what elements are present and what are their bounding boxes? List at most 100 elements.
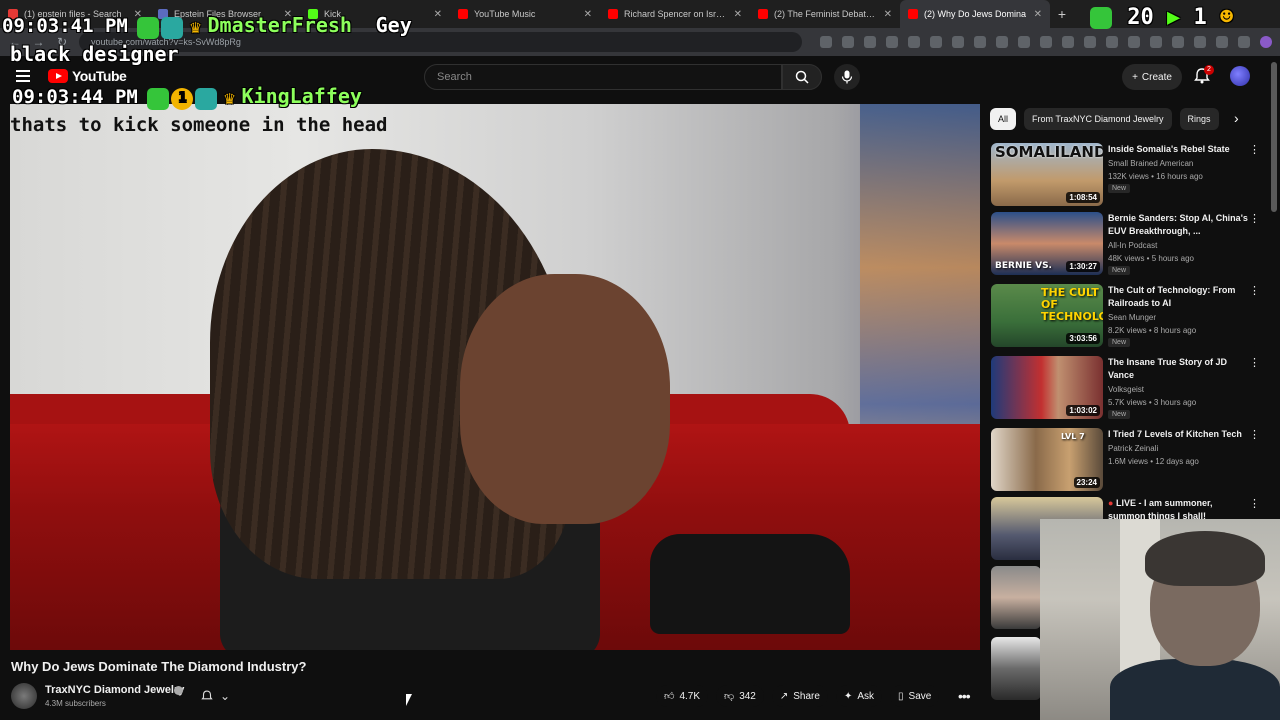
chip-all[interactable]: All bbox=[990, 108, 1017, 130]
extension-icon[interactable] bbox=[1018, 36, 1031, 48]
extension-icon[interactable] bbox=[1172, 36, 1185, 48]
recommendation-item[interactable]: LVL 7 23:24 I Tried 7 Levels of Kitchen … bbox=[991, 428, 1263, 494]
video-player[interactable] bbox=[10, 104, 980, 650]
extension-icons bbox=[820, 36, 1273, 48]
close-icon[interactable]: ✕ bbox=[734, 9, 742, 20]
chat-message-text: thats to kick someone in the head bbox=[10, 114, 388, 136]
video-thumbnail[interactable] bbox=[991, 566, 1041, 629]
new-badge: New bbox=[1108, 410, 1131, 419]
extension-icon[interactable] bbox=[886, 36, 899, 48]
thumbnail-text: THE CULT OF TECHNOLOGY bbox=[1041, 286, 1103, 323]
chip-rings[interactable]: Rings bbox=[1179, 108, 1219, 130]
extension-icon[interactable] bbox=[996, 36, 1009, 48]
extension-icon[interactable] bbox=[1106, 36, 1119, 48]
video-thumbnail[interactable]: 1:03:02 bbox=[991, 356, 1103, 419]
extension-icon[interactable] bbox=[1238, 36, 1251, 48]
ask-button[interactable]: ✦ Ask bbox=[835, 685, 883, 707]
recommendation-title[interactable]: The Insane True Story of JD Vance bbox=[1108, 356, 1248, 382]
chip-from-channel[interactable]: From TraxNYC Diamond Jewelry bbox=[1024, 108, 1172, 130]
more-options-icon[interactable]: ⋮ bbox=[1249, 356, 1260, 369]
recommendation-title[interactable]: Bernie Sanders: Stop AI, China's EUV Bre… bbox=[1108, 212, 1248, 238]
channel-avatar[interactable] bbox=[11, 683, 37, 709]
close-icon[interactable]: ✕ bbox=[434, 9, 442, 20]
extension-icon[interactable] bbox=[1128, 36, 1141, 48]
like-button[interactable]: 👍︎ 4.7K bbox=[656, 685, 709, 707]
extension-icon[interactable] bbox=[930, 36, 943, 48]
close-icon[interactable]: ✕ bbox=[1034, 9, 1042, 20]
create-button[interactable]: + Create bbox=[1122, 64, 1182, 90]
more-options-icon[interactable]: ⋮ bbox=[1249, 284, 1260, 297]
profile-icon[interactable] bbox=[1260, 36, 1273, 48]
more-actions-icon[interactable]: ••• bbox=[958, 688, 971, 704]
chat-message-line: 09:03:41 PM ♛ DmasterFresh Gey bbox=[2, 13, 412, 39]
recommendation-item[interactable]: THE CULT OF TECHNOLOGY 3:03:56 The Cult … bbox=[991, 284, 1263, 350]
extension-icon[interactable] bbox=[1194, 36, 1207, 48]
video-thumbnail[interactable]: BERNIE VS. 1:30:27 bbox=[991, 212, 1103, 275]
youtube-logo[interactable]: YouTube bbox=[48, 68, 127, 84]
close-icon[interactable]: ✕ bbox=[884, 9, 892, 20]
video-thumbnail[interactable] bbox=[991, 637, 1041, 700]
save-button[interactable]: ▯ Save bbox=[890, 685, 940, 707]
extension-icon[interactable] bbox=[1150, 36, 1163, 48]
extension-icon[interactable] bbox=[864, 36, 877, 48]
video-thumbnail[interactable]: LVL 7 23:24 bbox=[991, 428, 1103, 491]
more-options-icon[interactable]: ⋮ bbox=[1249, 497, 1260, 510]
emote-icon: ☻ bbox=[1220, 5, 1234, 30]
extension-icon[interactable] bbox=[974, 36, 987, 48]
recommendation-item[interactable]: BERNIE VS. 1:30:27 Bernie Sanders: Stop … bbox=[991, 212, 1263, 278]
chevron-right-icon[interactable]: › bbox=[1234, 110, 1239, 126]
recommendation-meta: 1.6M views • 12 days ago bbox=[1108, 457, 1199, 466]
verified-check-icon bbox=[174, 686, 183, 695]
menu-icon[interactable] bbox=[16, 70, 30, 82]
kick-badge-icon bbox=[137, 16, 160, 39]
video-frame-face bbox=[460, 274, 670, 524]
extension-icon[interactable] bbox=[1062, 36, 1075, 48]
thumbs-up-icon: 👍︎ bbox=[664, 691, 675, 702]
more-options-icon[interactable]: ⋮ bbox=[1249, 143, 1260, 156]
extension-icon[interactable] bbox=[1040, 36, 1053, 48]
recommendation-channel[interactable]: Sean Munger bbox=[1108, 313, 1156, 322]
more-options-icon[interactable]: ⋮ bbox=[1249, 428, 1260, 441]
recommendation-channel[interactable]: Patrick Zeinali bbox=[1108, 444, 1158, 453]
dislike-button[interactable]: 👎︎ 342 bbox=[716, 685, 764, 707]
recommendation-item[interactable]: 1:03:02 The Insane True Story of JD Vanc… bbox=[991, 356, 1263, 422]
recommendation-channel[interactable]: Volksgeist bbox=[1108, 385, 1144, 394]
close-icon[interactable]: ✕ bbox=[584, 9, 592, 20]
browser-tab-active[interactable]: (2) Why Do Jews Domina ✕ bbox=[900, 0, 1050, 28]
recommendation-channel[interactable]: Small Brained American bbox=[1108, 159, 1193, 168]
extension-icon[interactable] bbox=[1216, 36, 1229, 48]
share-button[interactable]: ↗ Share bbox=[771, 685, 828, 707]
browser-tab[interactable]: (2) The Feminist Debate - You ✕ bbox=[750, 0, 900, 28]
search-input[interactable]: Search bbox=[424, 64, 782, 90]
channel-name[interactable]: TraxNYC Diamond Jewelry bbox=[45, 684, 184, 696]
recommendation-item[interactable]: SOMALILAND 1:08:54 Inside Somalia's Rebe… bbox=[991, 143, 1263, 209]
video-thumbnail[interactable]: SOMALILAND 1:08:54 bbox=[991, 143, 1103, 206]
recommendation-title[interactable]: The Cult of Technology: From Railroads t… bbox=[1108, 284, 1248, 310]
video-duration: 1:03:02 bbox=[1066, 405, 1100, 416]
voice-search-button[interactable] bbox=[834, 64, 860, 90]
browser-tab[interactable]: Richard Spencer on Israel, Ch ✕ bbox=[600, 0, 750, 28]
create-label: Create bbox=[1141, 71, 1172, 83]
extension-icon[interactable] bbox=[1084, 36, 1097, 48]
youtube-logo-text: YouTube bbox=[72, 68, 127, 84]
sidebar-scrollbar[interactable] bbox=[1271, 62, 1277, 212]
recommendation-title[interactable]: Inside Somalia's Rebel State bbox=[1108, 143, 1248, 156]
gift-badge-icon: 1 bbox=[171, 87, 194, 110]
browser-tab[interactable]: YouTube Music ✕ bbox=[450, 0, 600, 28]
extension-icon[interactable] bbox=[820, 36, 833, 48]
search-button[interactable] bbox=[782, 64, 822, 90]
extension-icon[interactable] bbox=[842, 36, 855, 48]
extension-icon[interactable] bbox=[952, 36, 965, 48]
new-tab-button[interactable]: + bbox=[1050, 6, 1074, 22]
more-options-icon[interactable]: ⋮ bbox=[1249, 212, 1260, 225]
subscription-notification-button[interactable]: ⌄ bbox=[200, 686, 248, 706]
recommendation-channel[interactable]: All-In Podcast bbox=[1108, 241, 1157, 250]
tab-label: Richard Spencer on Israel, Ch bbox=[624, 9, 728, 19]
microphone-icon bbox=[841, 70, 853, 84]
new-badge: New bbox=[1108, 184, 1131, 193]
video-thumbnail[interactable]: THE CULT OF TECHNOLOGY 3:03:56 bbox=[991, 284, 1103, 347]
recommendation-title[interactable]: I Tried 7 Levels of Kitchen Tech bbox=[1108, 428, 1248, 441]
extension-icon[interactable] bbox=[908, 36, 921, 48]
kick-badge-icon bbox=[1090, 7, 1112, 29]
account-avatar[interactable] bbox=[1230, 66, 1250, 86]
